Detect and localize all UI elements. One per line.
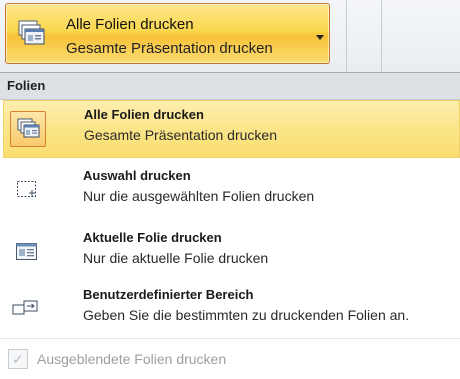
section-title: Folien — [7, 78, 46, 93]
menu-item-description: Gesamte Präsentation drucken — [84, 127, 277, 143]
menu-item-title: Benutzerdefinierter Bereich — [83, 287, 254, 302]
dropdown-subtitle: Gesamte Präsentation drucken — [66, 40, 273, 57]
print-hidden-slides-label: Ausgeblendete Folien drucken — [37, 351, 227, 367]
print-range-dropdown[interactable]: Alle Folien drucken Gesamte Präsentation… — [5, 3, 330, 64]
print-hidden-slides-option[interactable]: ✓ Ausgeblendete Folien drucken — [0, 345, 460, 375]
menu-item-selection[interactable]: Auswahl drucken Nur die ausgewählten Fol… — [3, 162, 460, 220]
menu-item-custom-range[interactable]: Benutzerdefinierter Bereich Geben Sie di… — [3, 281, 460, 339]
section-header: Folien — [0, 73, 460, 100]
menu-item-title: Auswahl drucken — [83, 168, 191, 183]
menu-separator — [0, 338, 460, 339]
menu-item-all-slides[interactable]: Alle Folien drucken Gesamte Präsentation… — [3, 100, 460, 158]
chevron-down-icon — [316, 35, 324, 40]
toolbar-divider — [381, 0, 382, 72]
toolbar-divider — [346, 0, 347, 72]
menu-item-description: Nur die aktuelle Folie drucken — [83, 250, 269, 266]
slides-stack-icon — [10, 111, 46, 147]
menu-item-title: Alle Folien drucken — [84, 107, 204, 122]
single-slide-icon — [9, 234, 45, 270]
slides-stack-icon — [16, 18, 48, 50]
menu-item-title: Aktuelle Folie drucken — [83, 230, 222, 245]
toolbar-strip: Alle Folien drucken Gesamte Präsentation… — [0, 0, 460, 72]
selection-icon — [9, 172, 45, 208]
menu-item-current-slide[interactable]: Aktuelle Folie drucken Nur die aktuelle … — [3, 224, 460, 282]
custom-range-icon — [9, 291, 45, 327]
dropdown-title: Alle Folien drucken — [66, 16, 194, 33]
checkbox-checkmark-icon[interactable]: ✓ — [8, 349, 28, 369]
menu-item-description: Nur die ausgewählten Folien drucken — [83, 188, 315, 204]
menu-item-description: Geben Sie die bestimmten zu druckenden F… — [83, 307, 410, 323]
print-range-menu: Folien Alle Folien drucken Gesamte Präse… — [0, 72, 460, 379]
